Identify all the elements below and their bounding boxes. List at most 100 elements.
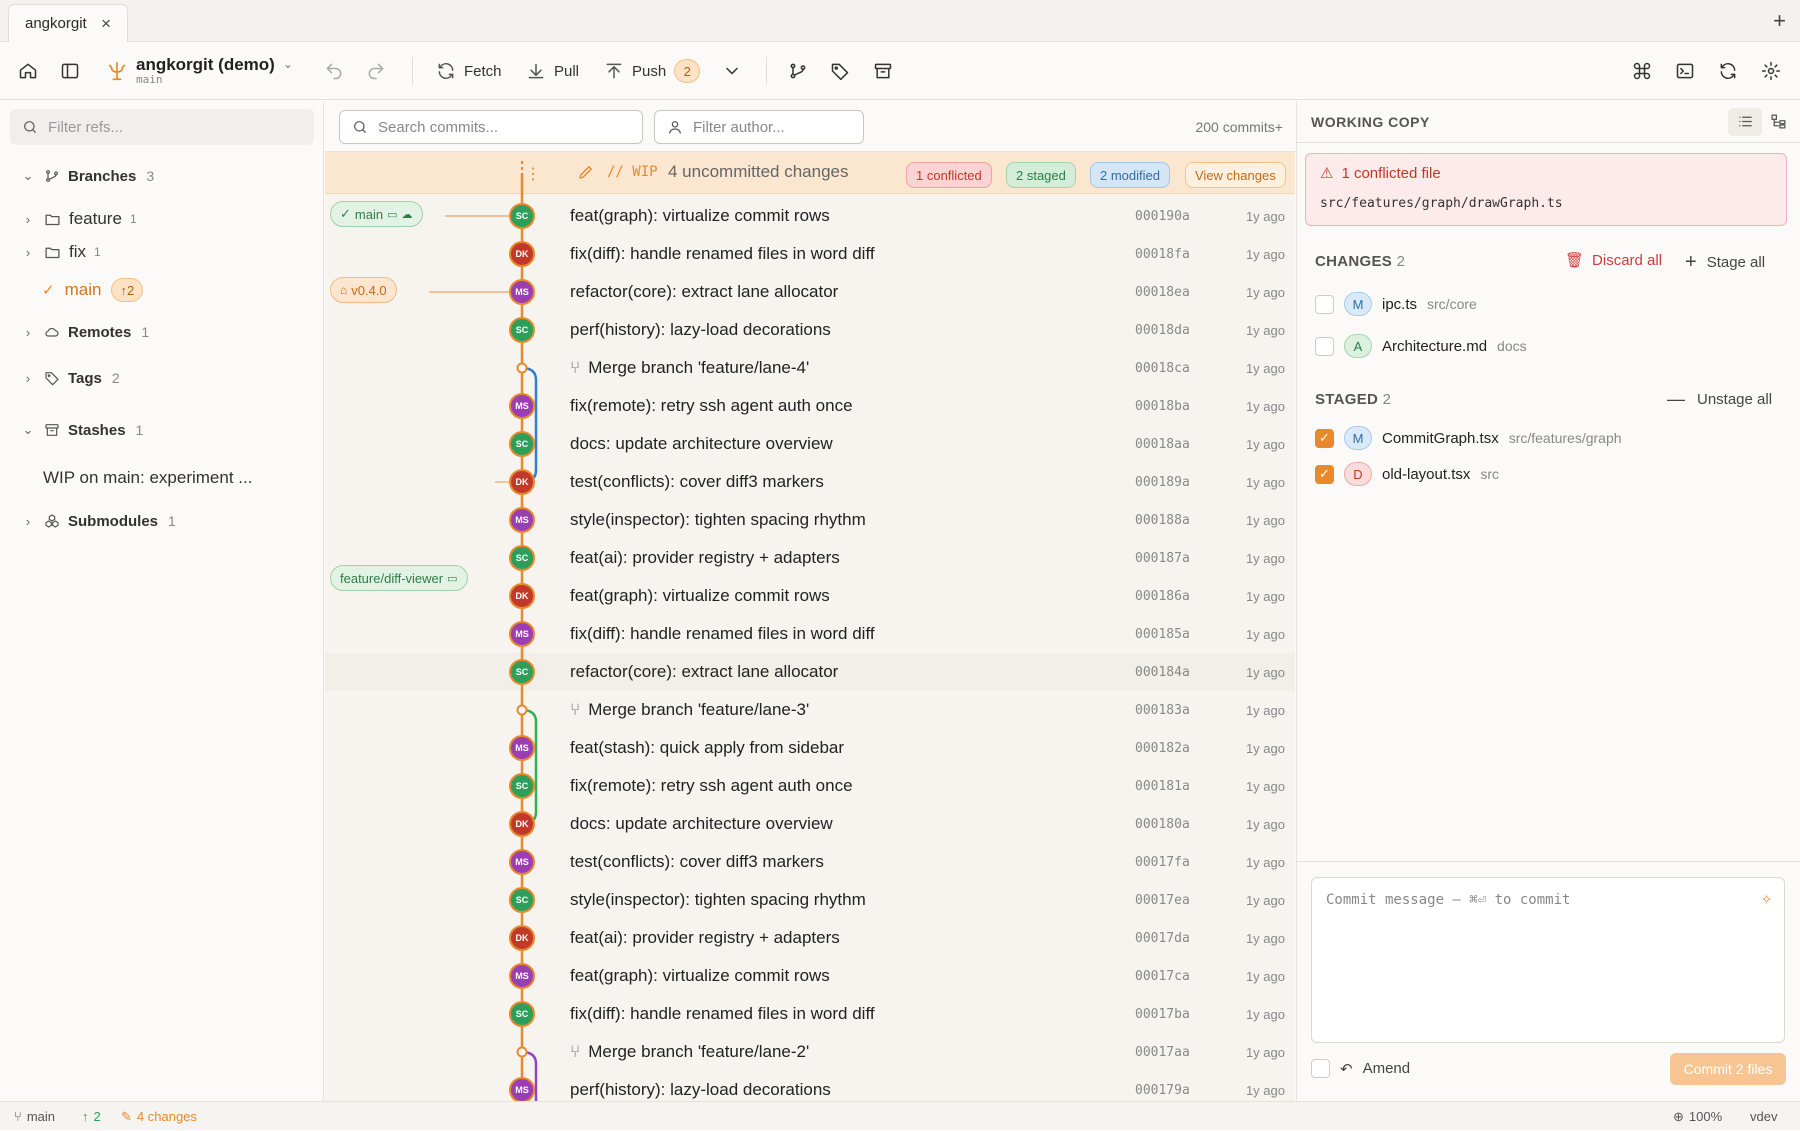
amend-checkbox[interactable]	[1311, 1059, 1330, 1078]
commit-hash[interactable]: 000180a	[1135, 805, 1190, 843]
sync-icon[interactable]	[1718, 42, 1738, 100]
author-avatar[interactable]: MS	[509, 393, 535, 419]
commit-hash[interactable]: 00017ca	[1135, 957, 1190, 995]
file-checkbox[interactable]: ✓	[1315, 464, 1334, 484]
repo-switcher[interactable]: angkorgit (demo) ⌄ main	[106, 42, 293, 100]
sidebar-section-submodules[interactable]: › Submodules 1	[0, 506, 324, 536]
commit-row[interactable]: feat(graph): virtualize commit rows 00019…	[325, 197, 1295, 235]
commit-row[interactable]: ⑂ Merge branch 'feature/lane-2' 00017aa 1y …	[325, 1033, 1295, 1071]
ref-label-main[interactable]: ✓ main ▭ ☁	[330, 201, 423, 227]
author-avatar[interactable]: DK	[509, 811, 535, 837]
commit-row[interactable]: style(inspector): tighten spacing rhythm…	[325, 881, 1295, 919]
author-avatar[interactable]: MS	[509, 1077, 535, 1101]
staged-file-row[interactable]: ✓ M CommitGraph.tsx src/features/graph	[1315, 423, 1622, 453]
author-avatar[interactable]: MS	[509, 735, 535, 761]
commit-row[interactable]: docs: update architecture overview 00018a…	[325, 425, 1295, 463]
commit-hash[interactable]: 000188a	[1135, 501, 1190, 539]
commit-row[interactable]: feat(stash): quick apply from sidebar 000…	[325, 729, 1295, 767]
commit-hash[interactable]: 000190a	[1135, 197, 1190, 235]
commit-row[interactable]: test(conflicts): cover diff3 markers 0001…	[325, 843, 1295, 881]
filter-author-input[interactable]: Filter author...	[654, 110, 864, 144]
file-checkbox[interactable]	[1315, 294, 1334, 314]
sidebar-item-feature-folder[interactable]: › feature 1	[0, 204, 324, 234]
view-changes-button[interactable]: View changes	[1185, 162, 1286, 188]
commit-row[interactable]: test(conflicts): cover diff3 markers 0001…	[325, 463, 1295, 501]
commit-hash[interactable]: 000189a	[1135, 463, 1190, 501]
status-branch[interactable]: ⑂ main	[14, 1102, 55, 1131]
author-avatar[interactable]: MS	[509, 507, 535, 533]
amend-toggle[interactable]: ↶ Amend	[1311, 1059, 1410, 1078]
commit-hash[interactable]: 000186a	[1135, 577, 1190, 615]
commit-hash[interactable]: 00017fa	[1135, 843, 1190, 881]
fetch-button[interactable]: Fetch	[436, 42, 502, 100]
push-button[interactable]: Push 2	[604, 42, 701, 100]
author-avatar[interactable]: MS	[509, 279, 535, 305]
commit-row[interactable]: ⑂ Merge branch 'feature/lane-4' 00018ca 1y …	[325, 349, 1295, 387]
redo-icon[interactable]	[366, 42, 386, 100]
sidebar-item-main-branch[interactable]: ✓ main ↑2	[0, 275, 324, 305]
commit-hash[interactable]: 000183a	[1135, 691, 1190, 729]
commit-row[interactable]: perf(history): lazy-load decorations 0001…	[325, 311, 1295, 349]
ref-label-tag[interactable]: ⌂ v0.4.0	[330, 277, 397, 303]
commit-hash[interactable]: 00018aa	[1135, 425, 1190, 463]
command-palette-icon[interactable]	[1632, 42, 1652, 100]
sidebar-section-stashes[interactable]: ⌄ Stashes 1	[0, 415, 324, 445]
commit-row[interactable]: fix(remote): retry ssh agent auth once 00…	[325, 387, 1295, 425]
undo-icon[interactable]	[324, 42, 344, 100]
sidebar-item-stash[interactable]: WIP on main: experiment ...	[0, 463, 324, 493]
sidebar-section-tags[interactable]: › Tags 2	[0, 363, 324, 393]
commit-row[interactable]: fix(diff): handle renamed files in word …	[325, 615, 1295, 653]
conflict-alert[interactable]: ⚠ 1 conflicted file src/features/graph/d…	[1305, 153, 1787, 226]
author-avatar[interactable]: SC	[509, 317, 535, 343]
sidebar-item-fix-folder[interactable]: › fix 1	[0, 237, 324, 267]
change-file-row[interactable]: M ipc.ts src/core	[1315, 289, 1477, 319]
gear-icon[interactable]	[1761, 42, 1781, 100]
commit-hash[interactable]: 00017ea	[1135, 881, 1190, 919]
commit-row[interactable]: refactor(core): extract lane allocator 00…	[325, 273, 1295, 311]
search-commits-input[interactable]: Search commits...	[339, 110, 643, 144]
branch-icon[interactable]	[788, 42, 808, 100]
commit-row[interactable]: feat(graph): virtualize commit rows 00018…	[325, 577, 1295, 615]
author-avatar[interactable]: SC	[509, 545, 535, 571]
home-icon[interactable]	[18, 42, 38, 100]
push-options-chevron-icon[interactable]	[722, 42, 742, 100]
commit-hash[interactable]: 00018ea	[1135, 273, 1190, 311]
author-avatar[interactable]: DK	[509, 583, 535, 609]
author-avatar[interactable]: SC	[509, 203, 535, 229]
file-checkbox[interactable]	[1315, 336, 1334, 356]
stash-icon[interactable]	[873, 42, 893, 100]
unstage-all-button[interactable]: — Unstage all	[1667, 389, 1772, 410]
file-checkbox[interactable]: ✓	[1315, 428, 1334, 448]
commit-hash[interactable]: 000187a	[1135, 539, 1190, 577]
stage-all-button[interactable]: + Stage all	[1685, 251, 1765, 274]
author-avatar[interactable]: DK	[509, 241, 535, 267]
author-avatar[interactable]: SC	[509, 1001, 535, 1027]
author-avatar[interactable]: MS	[509, 963, 535, 989]
pull-button[interactable]: Pull	[526, 42, 579, 100]
staged-file-row[interactable]: ✓ D old-layout.tsx src	[1315, 459, 1499, 489]
commit-hash[interactable]: 00018fa	[1135, 235, 1190, 273]
commit-hash[interactable]: 000182a	[1135, 729, 1190, 767]
sidebar-section-remotes[interactable]: › Remotes 1	[0, 317, 324, 347]
commit-row[interactable]: fix(diff): handle renamed files in word …	[325, 235, 1295, 273]
close-tab-icon[interactable]: ×	[101, 14, 111, 34]
commit-row[interactable]: style(inspector): tighten spacing rhythm…	[325, 501, 1295, 539]
terminal-icon[interactable]	[1675, 42, 1695, 100]
commit-row[interactable]: fix(diff): handle renamed files in word …	[325, 995, 1295, 1033]
new-tab-icon[interactable]: +	[1773, 8, 1786, 34]
commit-button[interactable]: Commit 2 files	[1670, 1053, 1786, 1085]
commit-row[interactable]: feat(ai): provider registry + adapters 00…	[325, 539, 1295, 577]
author-avatar[interactable]: MS	[509, 849, 535, 875]
commit-row[interactable]: feat(ai): provider registry + adapters 00…	[325, 919, 1295, 957]
filter-refs-input[interactable]: Filter refs...	[10, 109, 314, 145]
commit-hash[interactable]: 00017aa	[1135, 1033, 1190, 1071]
commit-hash[interactable]: 000184a	[1135, 653, 1190, 691]
author-avatar[interactable]: SC	[509, 431, 535, 457]
author-avatar[interactable]: SC	[509, 887, 535, 913]
change-file-row[interactable]: A Architecture.md docs	[1315, 331, 1527, 361]
status-zoom[interactable]: ⊕ 100%	[1673, 1102, 1722, 1131]
commit-hash[interactable]: 00018ca	[1135, 349, 1190, 387]
commit-hash[interactable]: 00018da	[1135, 311, 1190, 349]
wip-row[interactable]: ⋮ // WIP 4 uncommitted changes 1 conflic…	[325, 152, 1295, 194]
list-view-icon[interactable]	[1728, 107, 1762, 136]
